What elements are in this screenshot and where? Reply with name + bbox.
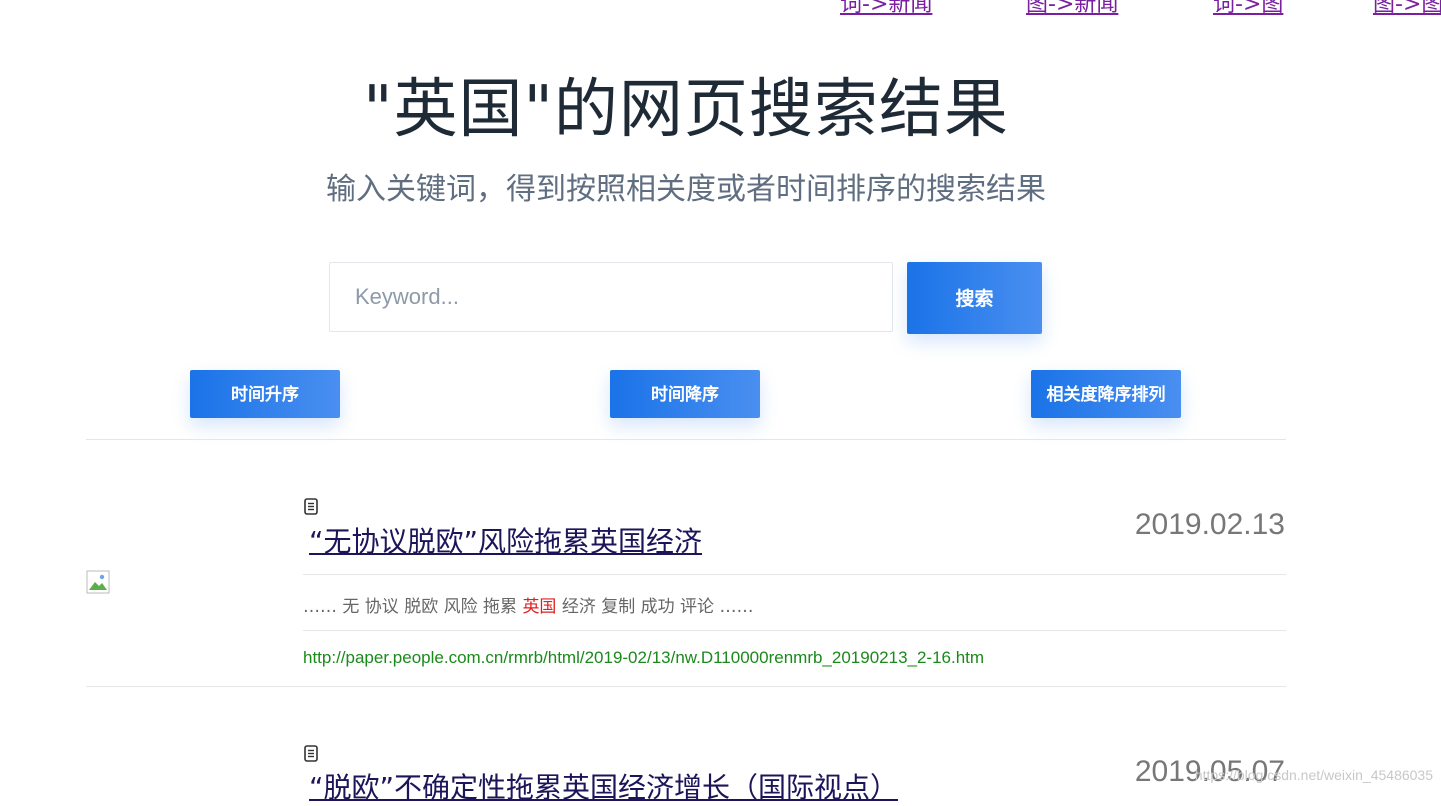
nav-link-word-to-image[interactable]: 词->图	[1213, 0, 1283, 18]
page-subtitle: 输入关键词，得到按照相关度或者时间排序的搜索结果	[326, 172, 1046, 207]
snippet-text-before: …… 无 协议 脱欧 风险 拖累	[303, 597, 523, 617]
result-separator	[303, 574, 1286, 575]
document-icon	[304, 745, 318, 762]
search-button[interactable]: 搜索	[907, 262, 1042, 334]
nav-link-image-to-image[interactable]: 图->图	[1373, 0, 1441, 18]
result-snippet: …… 无 协议 脱欧 风险 拖累 英国 经济 复制 成功 评论 ……	[303, 592, 753, 617]
document-icon	[304, 498, 318, 515]
result-url[interactable]: http://paper.people.com.cn/rmrb/html/201…	[303, 648, 984, 668]
top-nav: 词->新闻 图->新闻 词->图 图->图	[0, 0, 1441, 18]
result-title-link[interactable]: “无协议脱欧”风险拖累英国经济	[309, 520, 702, 560]
snippet-text-after: 经济 复制 成功 评论 ……	[556, 597, 754, 617]
sort-time-desc-button[interactable]: 时间降序	[610, 370, 760, 418]
snippet-highlight: 英国	[522, 597, 557, 617]
sort-relevance-button[interactable]: 相关度降序排列	[1031, 370, 1181, 418]
results-divider	[86, 686, 1286, 687]
page-title: "英国"的网页搜索结果	[363, 73, 1009, 147]
result-separator	[303, 630, 1286, 631]
nav-link-word-to-news[interactable]: 词->新闻	[840, 0, 932, 18]
result-title-link[interactable]: “脱欧”不确定性拖累英国经济增长（国际视点）	[309, 766, 898, 806]
sort-time-asc-button[interactable]: 时间升序	[190, 370, 340, 418]
result-date: 2019.02.13	[1134, 508, 1285, 541]
search-input[interactable]	[329, 262, 893, 332]
results-divider	[86, 439, 1286, 440]
watermark: https://blog.csdn.net/weixin_45486035	[1194, 767, 1433, 783]
broken-image-icon	[86, 570, 110, 594]
nav-link-image-to-news[interactable]: 图->新闻	[1026, 0, 1118, 18]
